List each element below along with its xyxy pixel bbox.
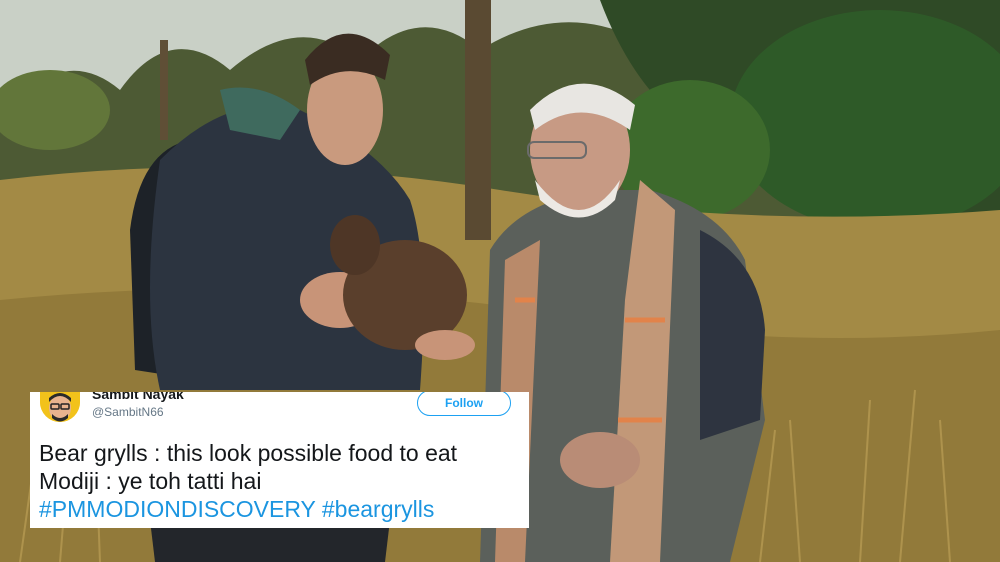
tweet-card: Sambit Nayak @SambitN66 Follow Bear gryl… [30, 392, 529, 528]
tweet-text: Bear grylls : this look possible food to… [39, 439, 457, 523]
avatar-icon [40, 392, 80, 422]
tweet-handle[interactable]: @SambitN66 [92, 405, 164, 419]
tweet-hashtags[interactable]: #PMMODIONDISCOVERY #beargrylls [39, 495, 457, 523]
avatar[interactable] [40, 392, 80, 422]
tweet-line: Modiji : ye toh tatti hai [39, 468, 262, 494]
tweet-display-name[interactable]: Sambit Nayak [92, 392, 184, 402]
tweet-line: Bear grylls : this look possible food to… [39, 440, 458, 466]
follow-button[interactable]: Follow [417, 392, 511, 416]
